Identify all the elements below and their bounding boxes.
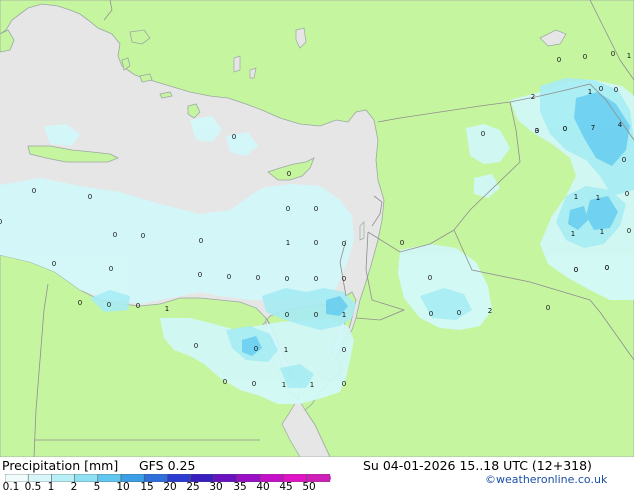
point-value: 0 [227,273,231,281]
point-value: 0 [314,239,318,247]
scale-tick-label: 35 [233,481,247,493]
point-value: 0 [574,266,578,274]
point-value: 7 [591,124,595,132]
legend-title: Precipitation [mm] [2,458,119,473]
point-value: 0 [314,311,318,319]
model-name: GFS 0.25 [139,458,196,473]
point-value: 1 [574,193,578,201]
lake-beysehir [233,55,241,73]
point-value: 0 [198,271,202,279]
point-value: 0 [0,218,2,226]
precipitation-map: 0 0 0 0 0 0 0 0 0 0 0 0 0 1 0 0 0 0 0 0 … [0,0,634,457]
scale-tick-label: 30 [209,481,223,493]
point-value: 0 [136,302,140,310]
scale-tick-label: 20 [163,481,177,493]
point-value: 1 [165,305,169,313]
point-value: 0 [605,264,609,272]
point-value: 0 [314,205,318,213]
point-value: 0 [557,56,561,64]
point-value: 1 [571,230,575,238]
point-value: 0 [314,275,318,283]
scale-tick-label: 2 [70,481,78,493]
point-value: 0 [342,275,346,283]
point-value: 0 [481,130,485,138]
point-value: 1 [627,52,631,60]
point-value: 0 [583,53,587,61]
point-value: 0 [563,125,567,133]
point-value: 0 [429,310,433,318]
point-value: 0 [141,232,145,240]
scale-arrow [329,474,331,482]
point-value: 0 [78,299,82,307]
point-value: 1 [282,381,286,389]
point-value: 2 [531,93,535,101]
point-value: 3 [535,127,539,135]
point-value: 0 [599,85,603,93]
point-value: 0 [614,86,618,94]
point-value: 0 [32,187,36,195]
point-value: 0 [256,274,260,282]
scale-tick-label: 0.1 [2,481,20,493]
point-value: 0 [622,156,626,164]
point-value: 0 [625,190,629,198]
scale-tick-label: 5 [93,481,101,493]
point-value: 0 [232,133,236,141]
point-value: 0 [285,311,289,319]
point-value: 1 [596,194,600,202]
point-value: 0 [342,346,346,354]
point-value: 1 [588,88,592,96]
scale-tick-label: 45 [279,481,293,493]
point-value: 2 [488,307,492,315]
credit-link[interactable]: ©weatheronline.co.uk [485,473,607,486]
point-value: 0 [109,265,113,273]
point-value: 0 [252,380,256,388]
point-value: 4 [618,121,623,129]
scale-tick-label: 1 [47,481,55,493]
point-value: 0 [88,193,92,201]
point-value: 1 [286,239,290,247]
valid-time: Su 04-01-2026 15..18 UTC (12+318) [363,458,592,473]
point-value: 1 [600,228,604,236]
point-value: 0 [342,240,346,248]
point-value: 0 [199,237,203,245]
scale-tick-label: 15 [140,481,154,493]
point-value: 0 [113,231,117,239]
point-value: 0 [107,301,111,309]
point-value: 0 [52,260,56,268]
point-value: 0 [285,275,289,283]
point-value: 0 [546,304,550,312]
point-value: 0 [627,227,631,235]
point-value: 0 [254,345,258,353]
scale-tick-label: 10 [116,481,130,493]
point-value: 1 [310,381,314,389]
map-canvas: 0 0 0 0 0 0 0 0 0 0 0 0 0 1 0 0 0 0 0 0 … [0,0,634,457]
point-value: 0 [400,239,404,247]
point-value: 0 [457,309,461,317]
point-value: 0 [428,274,432,282]
scale-tick-label: 40 [256,481,270,493]
scale-tick-label: 50 [302,481,316,493]
point-value: 1 [284,346,288,354]
point-value: 0 [223,378,227,386]
scale-tick-label: 25 [186,481,200,493]
point-value: 0 [287,170,291,178]
point-value: 0 [611,50,615,58]
point-value: 0 [286,205,290,213]
point-value: 0 [342,380,346,388]
point-value: 1 [342,311,346,319]
scale-tick-label: 0.5 [24,481,42,493]
point-value: 0 [194,342,198,350]
